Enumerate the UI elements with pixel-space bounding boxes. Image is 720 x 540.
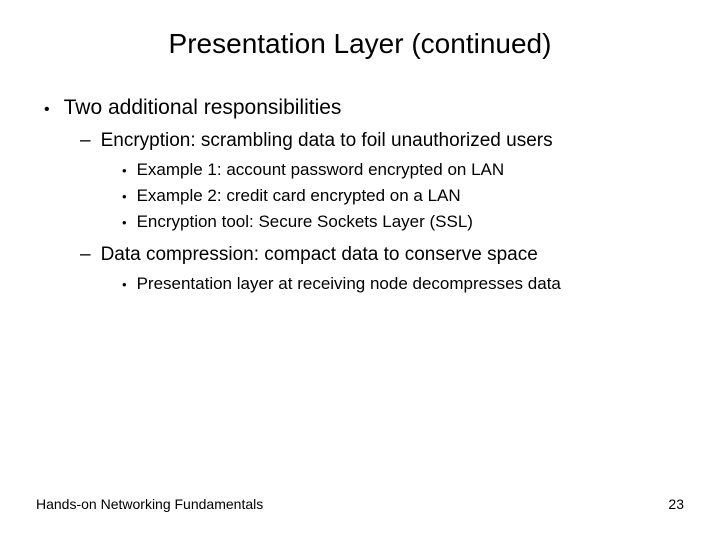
- bullet-text: Encryption tool: Secure Sockets Layer (S…: [137, 212, 473, 232]
- bullet-dot-icon: •: [122, 163, 127, 178]
- bullet-dot-icon: •: [122, 189, 127, 204]
- dash-icon: –: [80, 244, 91, 266]
- footer-source: Hands-on Networking Fundamentals: [36, 496, 263, 512]
- bullet-level3: • Example 1: account password encrypted …: [122, 160, 684, 180]
- bullet-level2: – Encryption: scrambling data to foil un…: [80, 130, 684, 152]
- bullet-dot-icon: •: [122, 277, 127, 292]
- page-number: 23: [668, 496, 684, 512]
- bullet-level3: • Presentation layer at receiving node d…: [122, 274, 684, 294]
- slide-footer: Hands-on Networking Fundamentals 23: [36, 496, 684, 512]
- bullet-text: Example 2: credit card encrypted on a LA…: [137, 186, 461, 206]
- bullet-dot-icon: •: [44, 101, 50, 119]
- dash-icon: –: [80, 130, 91, 152]
- bullet-level1: • Two additional responsibilities: [44, 96, 684, 120]
- bullet-level2: – Data compression: compact data to cons…: [80, 244, 684, 266]
- bullet-text: Two additional responsibilities: [64, 96, 342, 120]
- bullet-text: Example 1: account password encrypted on…: [137, 160, 505, 180]
- bullet-text: Encryption: scrambling data to foil unau…: [101, 130, 553, 152]
- bullet-level3: • Example 2: credit card encrypted on a …: [122, 186, 684, 206]
- bullet-level3: • Encryption tool: Secure Sockets Layer …: [122, 212, 684, 232]
- bullet-dot-icon: •: [122, 215, 127, 230]
- slide-title: Presentation Layer (continued): [36, 28, 684, 60]
- bullet-text: Presentation layer at receiving node dec…: [137, 274, 561, 294]
- bullet-text: Data compression: compact data to conser…: [101, 244, 538, 266]
